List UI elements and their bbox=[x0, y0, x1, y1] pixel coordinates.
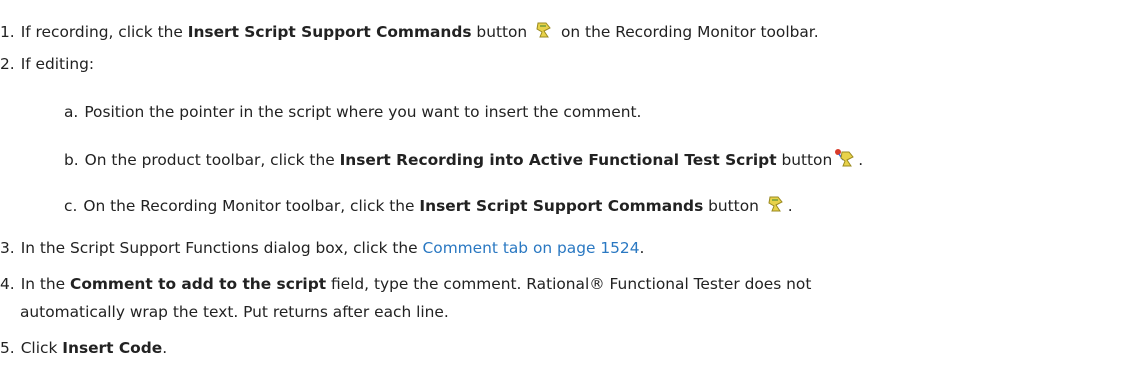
step-number: c. bbox=[64, 197, 78, 215]
bold-term: Insert Script Support Commands bbox=[187, 23, 472, 41]
step-1: 1. If recording, click the Insert Script … bbox=[0, 20, 819, 42]
script-support-icon bbox=[534, 20, 554, 40]
step-number: 2. bbox=[0, 55, 15, 73]
step-2: 2. If editing: bbox=[0, 55, 95, 73]
step-number: 1. bbox=[0, 23, 15, 41]
step-2b: b. On the product toolbar, click the Inse… bbox=[64, 148, 863, 170]
bold-term: Insert Code bbox=[62, 339, 163, 357]
step-number: a. bbox=[64, 103, 79, 121]
step-number: b. bbox=[64, 151, 79, 169]
step-4-continuation: automatically wrap the text. Put returns… bbox=[20, 303, 449, 321]
step-3: 3. In the Script Support Functions dialog… bbox=[0, 239, 645, 257]
insert-recording-icon bbox=[834, 148, 856, 168]
step-4: 4. In the Comment to add to the script fi… bbox=[0, 275, 812, 293]
step-5: 5. Click Insert Code. bbox=[0, 339, 168, 357]
bold-term: Comment to add to the script bbox=[70, 275, 327, 293]
bold-term: Insert Recording into Active Functional … bbox=[339, 151, 777, 169]
step-2c: c. On the Recording Monitor toolbar, clic… bbox=[64, 194, 793, 216]
step-2a: a. Position the pointer in the script whe… bbox=[64, 103, 642, 121]
step-number: 4. bbox=[0, 275, 15, 293]
bold-term: Insert Script Support Commands bbox=[419, 197, 704, 215]
step-number: 3. bbox=[0, 239, 15, 257]
comment-tab-link[interactable]: Comment tab on page 1524 bbox=[423, 239, 640, 257]
script-support-icon bbox=[766, 194, 786, 214]
step-number: 5. bbox=[0, 339, 15, 357]
